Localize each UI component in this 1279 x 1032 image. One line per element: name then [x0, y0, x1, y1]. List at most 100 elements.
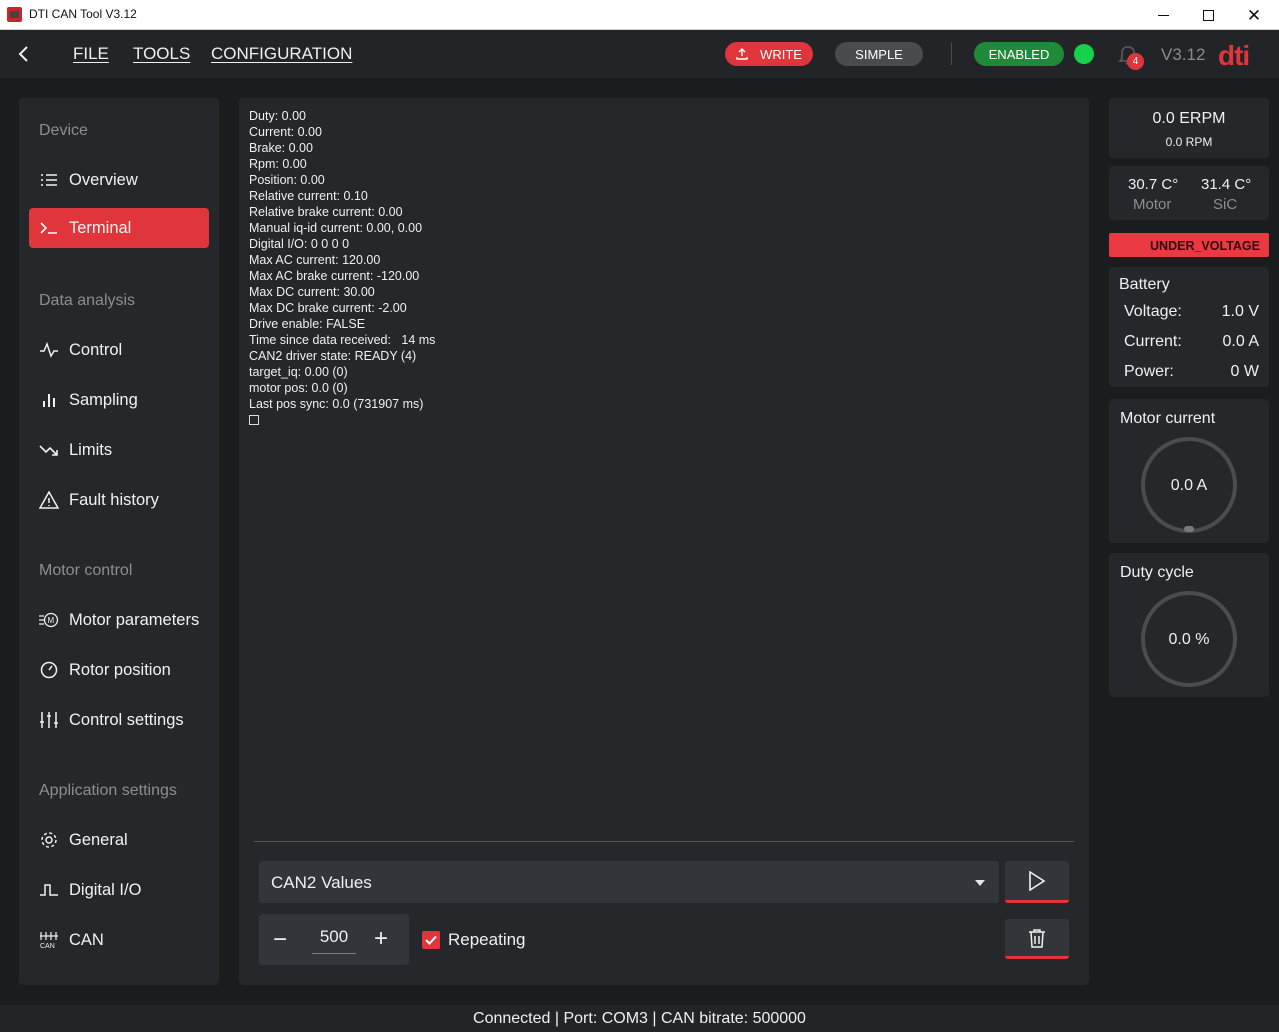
notification-badge: 4	[1127, 53, 1144, 70]
battery-current-row: Current: 0.0 A	[1124, 333, 1259, 351]
can-bus-icon: CAN	[38, 929, 60, 951]
terminal-icon	[38, 217, 60, 239]
sidebar-item-limits[interactable]: Limits	[29, 430, 209, 470]
decrement-button[interactable]: −	[273, 926, 287, 954]
warning-icon	[38, 489, 60, 511]
command-select-value: CAN2 Values	[271, 873, 372, 892]
simple-mode-button[interactable]: SIMPLE	[835, 42, 923, 66]
sidebar-item-sampling[interactable]: Sampling	[29, 380, 209, 420]
terminal-line: CAN2 driver state: READY (4)	[249, 349, 417, 363]
gauge-icon	[38, 659, 60, 681]
upload-icon	[736, 48, 748, 60]
section-device: Device	[39, 122, 88, 139]
interval-input[interactable]: 500	[312, 927, 356, 954]
command-select[interactable]: CAN2 Values	[259, 861, 999, 903]
sidebar-item-digital-io[interactable]: Digital I/O	[29, 870, 209, 910]
trash-icon	[1029, 928, 1045, 948]
close-window-button[interactable]: ✕	[1231, 0, 1277, 30]
minimize-button[interactable]	[1140, 0, 1186, 30]
terminal-line: Rpm: 0.00	[249, 157, 307, 171]
terminal-line: Relative current: 0.10	[249, 189, 368, 203]
connection-status-dot	[1074, 44, 1094, 64]
sic-temp-value: 31.4 C°	[1201, 176, 1252, 193]
svg-text:CAN: CAN	[40, 943, 55, 949]
temperature-card: 30.7 C° Motor 31.4 C° SiC	[1109, 166, 1269, 220]
pulse-square-icon	[38, 879, 60, 901]
sidebar-item-label: Control	[69, 340, 123, 359]
header-divider	[951, 43, 952, 65]
sidebar-item-rotor-position[interactable]: Rotor position	[29, 650, 209, 690]
version-label: V3.12	[1161, 45, 1206, 64]
maximize-button[interactable]	[1185, 0, 1231, 30]
sidebar-item-general[interactable]: General	[29, 820, 209, 860]
sidebar-item-label: Digital I/O	[69, 880, 142, 899]
repeating-label[interactable]: Repeating	[448, 930, 526, 950]
section-data-analysis: Data analysis	[39, 292, 136, 309]
sidebar-item-label: Fault history	[69, 490, 159, 509]
terminal-line: Max DC current: 30.00	[249, 285, 375, 299]
sidebar-item-label: Motor parameters	[69, 610, 200, 629]
sidebar-item-control[interactable]: Control	[29, 330, 209, 370]
chevron-down-icon	[975, 880, 985, 886]
terminal-output[interactable]: Duty: 0.00 Current: 0.00 Brake: 0.00 Rpm…	[249, 108, 1069, 429]
cursor-box	[249, 415, 259, 425]
current-label: Current:	[1124, 333, 1182, 350]
current-value: 0.0 A	[1222, 333, 1259, 350]
voltage-value: 1.0 V	[1221, 303, 1259, 320]
menu-file[interactable]: FILE	[73, 44, 109, 64]
sidebar-item-label: Limits	[69, 440, 113, 459]
window-titlebar: DTI CAN Tool V3.12 ✕	[0, 0, 1279, 30]
motor-current-title: Motor current	[1120, 410, 1216, 427]
bar-chart-icon	[38, 389, 60, 411]
rpm-value: 0.0 RPM	[1165, 135, 1213, 149]
sidebar-item-label: CAN	[69, 930, 104, 949]
terminal-line: Time since data received: 14 ms	[249, 333, 436, 347]
maximize-icon	[1202, 9, 1214, 21]
simple-label: SIMPLE	[855, 46, 903, 62]
terminal-line: Manual iq-id current: 0.00, 0.00	[249, 221, 423, 235]
menu-configuration[interactable]: CONFIGURATION	[211, 44, 352, 64]
terminal-line: Max AC current: 120.00	[249, 253, 381, 267]
app-header: FILE TOOLS CONFIGURATION WRITE SIMPLE EN…	[0, 30, 1279, 78]
sidebar-item-label: General	[69, 830, 128, 849]
sidebar-item-motor-parameters[interactable]: M Motor parameters	[29, 600, 209, 640]
sidebar-item-fault-history[interactable]: Fault history	[29, 480, 209, 520]
section-application-settings: Application settings	[39, 782, 177, 799]
list-icon	[38, 169, 60, 191]
gear-icon	[38, 829, 60, 851]
battery-voltage-row: Voltage: 1.0 V	[1124, 303, 1259, 321]
repeating-checkbox[interactable]	[422, 931, 440, 949]
terminal-line: Digital I/O: 0 0 0 0	[249, 237, 350, 251]
sic-temp-label: SiC	[1213, 196, 1238, 213]
motor-current-card: Motor current 0.0 A	[1109, 399, 1269, 543]
write-button[interactable]: WRITE	[725, 42, 813, 66]
terminal-line: Relative brake current: 0.00	[249, 205, 403, 219]
terminal-divider	[254, 841, 1074, 842]
close-icon: ✕	[1246, 5, 1262, 25]
terminal-line: Duty: 0.00	[249, 109, 306, 123]
fault-banner[interactable]: UNDER_VOLTAGE	[1109, 233, 1269, 257]
run-command-button[interactable]	[1005, 861, 1069, 903]
increment-button[interactable]: +	[374, 925, 388, 953]
sidebar-item-label: Overview	[69, 170, 138, 189]
terminal-line: Last pos sync: 0.0 (731907 ms)	[249, 397, 424, 411]
app-icon	[7, 7, 22, 22]
enabled-toggle[interactable]: ENABLED	[974, 42, 1064, 66]
sidebar-item-terminal[interactable]: Terminal	[29, 208, 209, 248]
terminal-line: target_iq: 0.00 (0)	[249, 365, 348, 379]
sidebar-item-label: Control settings	[69, 710, 184, 729]
window-title: DTI CAN Tool V3.12	[29, 7, 137, 21]
sidebar-item-control-settings[interactable]: Control settings	[29, 700, 209, 740]
sidebar-item-can[interactable]: CAN CAN	[29, 920, 209, 960]
svg-text:M: M	[48, 616, 55, 625]
gauge-indicator	[1184, 526, 1194, 532]
interval-stepper: − 500 +	[259, 914, 409, 965]
back-arrow-icon[interactable]	[12, 42, 36, 66]
erpm-value: 0.0 ERPM	[1152, 110, 1226, 127]
sidebar-item-overview[interactable]: Overview	[29, 160, 209, 200]
svg-text:dti: dti	[1218, 42, 1249, 70]
menu-tools[interactable]: TOOLS	[133, 44, 190, 64]
terminal-line: Max DC brake current: -2.00	[249, 301, 407, 315]
clear-terminal-button[interactable]	[1005, 919, 1069, 959]
play-icon	[1029, 870, 1046, 891]
